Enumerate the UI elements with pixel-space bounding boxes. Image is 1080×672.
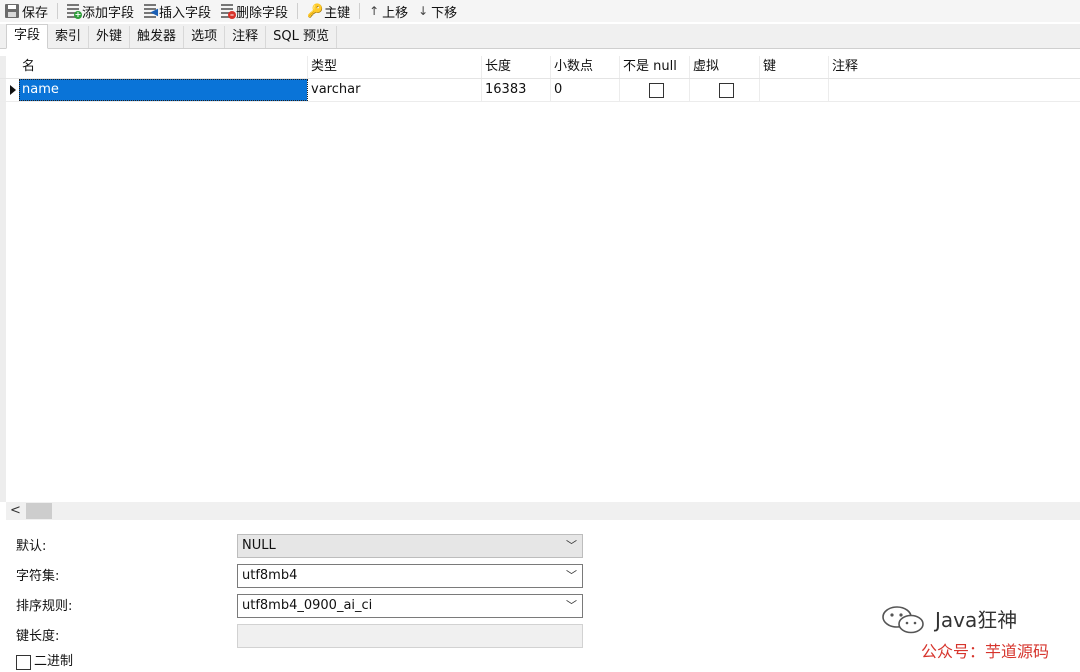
scrollbar-thumb[interactable] (26, 503, 52, 519)
collation-select[interactable]: utf8mb4_0900_ai_ci ﹀ (237, 594, 583, 618)
column-header-not-null[interactable]: 不是 null (620, 56, 690, 78)
insert-field-icon: ◀ (144, 4, 158, 18)
default-select[interactable]: NULL ﹀ (237, 534, 583, 558)
move-down-button[interactable]: ↓ 下移 (413, 1, 462, 21)
default-label: 默认: (16, 539, 47, 554)
column-header-name[interactable]: 名 (19, 56, 308, 78)
key-length-label: 键长度: (16, 629, 60, 644)
watermark-title: Java狂神 (935, 608, 1018, 632)
tab-foreign-keys[interactable]: 外键 (89, 26, 131, 48)
chevron-down-icon: ﹀ (566, 539, 577, 552)
toolbar: 保存 + 添加字段 ◀ 插入字段 – 删除字段 🔑 主键 ↑ 上移 ↓ 下移 (0, 0, 1080, 22)
column-header-virtual[interactable]: 虚拟 (690, 56, 760, 78)
delete-field-label: 删除字段 (236, 5, 289, 21)
tab-bar: 字段 索引 外键 触发器 选项 注释 SQL 预览 (0, 24, 1080, 49)
binary-label: 二进制 (34, 654, 74, 669)
table-row[interactable]: name varchar 16383 0 (0, 79, 1080, 102)
key-icon: 🔑 (307, 4, 324, 19)
field-key-cell[interactable] (760, 79, 829, 101)
key-length-input (237, 624, 583, 648)
delete-field-button[interactable]: – 删除字段 (216, 1, 293, 21)
collation-label: 排序规则: (16, 599, 73, 614)
arrow-down-icon: ↓ (418, 4, 429, 18)
save-button[interactable]: 保存 (0, 1, 53, 21)
grid-gutter (0, 56, 6, 502)
save-label: 保存 (22, 5, 49, 21)
toolbar-divider (297, 3, 299, 19)
scroll-left-icon[interactable]: < (10, 502, 21, 520)
toolbar-divider (359, 3, 361, 19)
field-decimals-cell[interactable]: 0 (551, 79, 620, 101)
not-null-checkbox[interactable] (648, 83, 664, 98)
virtual-checkbox[interactable] (718, 83, 734, 98)
save-icon (5, 4, 19, 18)
tab-indexes[interactable]: 索引 (48, 26, 90, 48)
primary-key-button[interactable]: 🔑 主键 (302, 1, 355, 21)
field-type-cell[interactable]: varchar (308, 79, 482, 101)
chevron-down-icon: ﹀ (566, 599, 577, 612)
current-row-indicator-icon (10, 85, 16, 95)
fields-grid: 名 类型 长度 小数点 不是 null 虚拟 键 注释 name varchar… (0, 56, 1080, 502)
default-value: NULL (242, 538, 276, 553)
grid-header: 名 类型 长度 小数点 不是 null 虚拟 键 注释 (0, 56, 1080, 79)
watermark-subtitle: 公众号：芋道源码 (921, 642, 1050, 661)
tab-fields[interactable]: 字段 (6, 24, 49, 49)
field-comment-cell[interactable] (829, 79, 1080, 101)
add-field-label: 添加字段 (82, 5, 135, 21)
tab-comment[interactable]: 注释 (225, 26, 267, 48)
column-header-type[interactable]: 类型 (308, 56, 482, 78)
insert-field-button[interactable]: ◀ 插入字段 (139, 1, 216, 21)
chevron-down-icon: ﹀ (566, 569, 577, 582)
primary-key-label: 主键 (324, 5, 351, 21)
move-down-label: 下移 (431, 5, 458, 21)
column-header-key[interactable]: 键 (760, 56, 829, 78)
column-header-comment[interactable]: 注释 (829, 56, 1080, 78)
wechat-logo-icon (882, 606, 924, 634)
add-field-icon: + (67, 4, 83, 19)
toolbar-divider (57, 3, 59, 19)
collation-value: utf8mb4_0900_ai_ci (242, 598, 373, 613)
charset-value: utf8mb4 (242, 568, 298, 583)
add-field-button[interactable]: + 添加字段 (62, 1, 139, 21)
horizontal-scrollbar[interactable]: < (6, 502, 1080, 520)
tab-options[interactable]: 选项 (184, 26, 226, 48)
move-up-label: 上移 (382, 5, 409, 21)
move-up-button[interactable]: ↑ 上移 (364, 1, 413, 21)
charset-select[interactable]: utf8mb4 ﹀ (237, 564, 583, 588)
field-length-cell[interactable]: 16383 (482, 79, 551, 101)
tab-sql-preview[interactable]: SQL 预览 (266, 26, 337, 48)
field-name-cell[interactable]: name (19, 79, 308, 101)
delete-field-icon: – (221, 4, 237, 19)
column-header-length[interactable]: 长度 (482, 56, 551, 78)
insert-field-label: 插入字段 (159, 5, 212, 21)
arrow-up-icon: ↑ (369, 4, 380, 18)
field-virtual-cell (690, 79, 760, 101)
tab-triggers[interactable]: 触发器 (130, 26, 185, 48)
field-not-null-cell (620, 79, 690, 101)
charset-label: 字符集: (16, 569, 60, 584)
column-header-decimals[interactable]: 小数点 (551, 56, 620, 78)
